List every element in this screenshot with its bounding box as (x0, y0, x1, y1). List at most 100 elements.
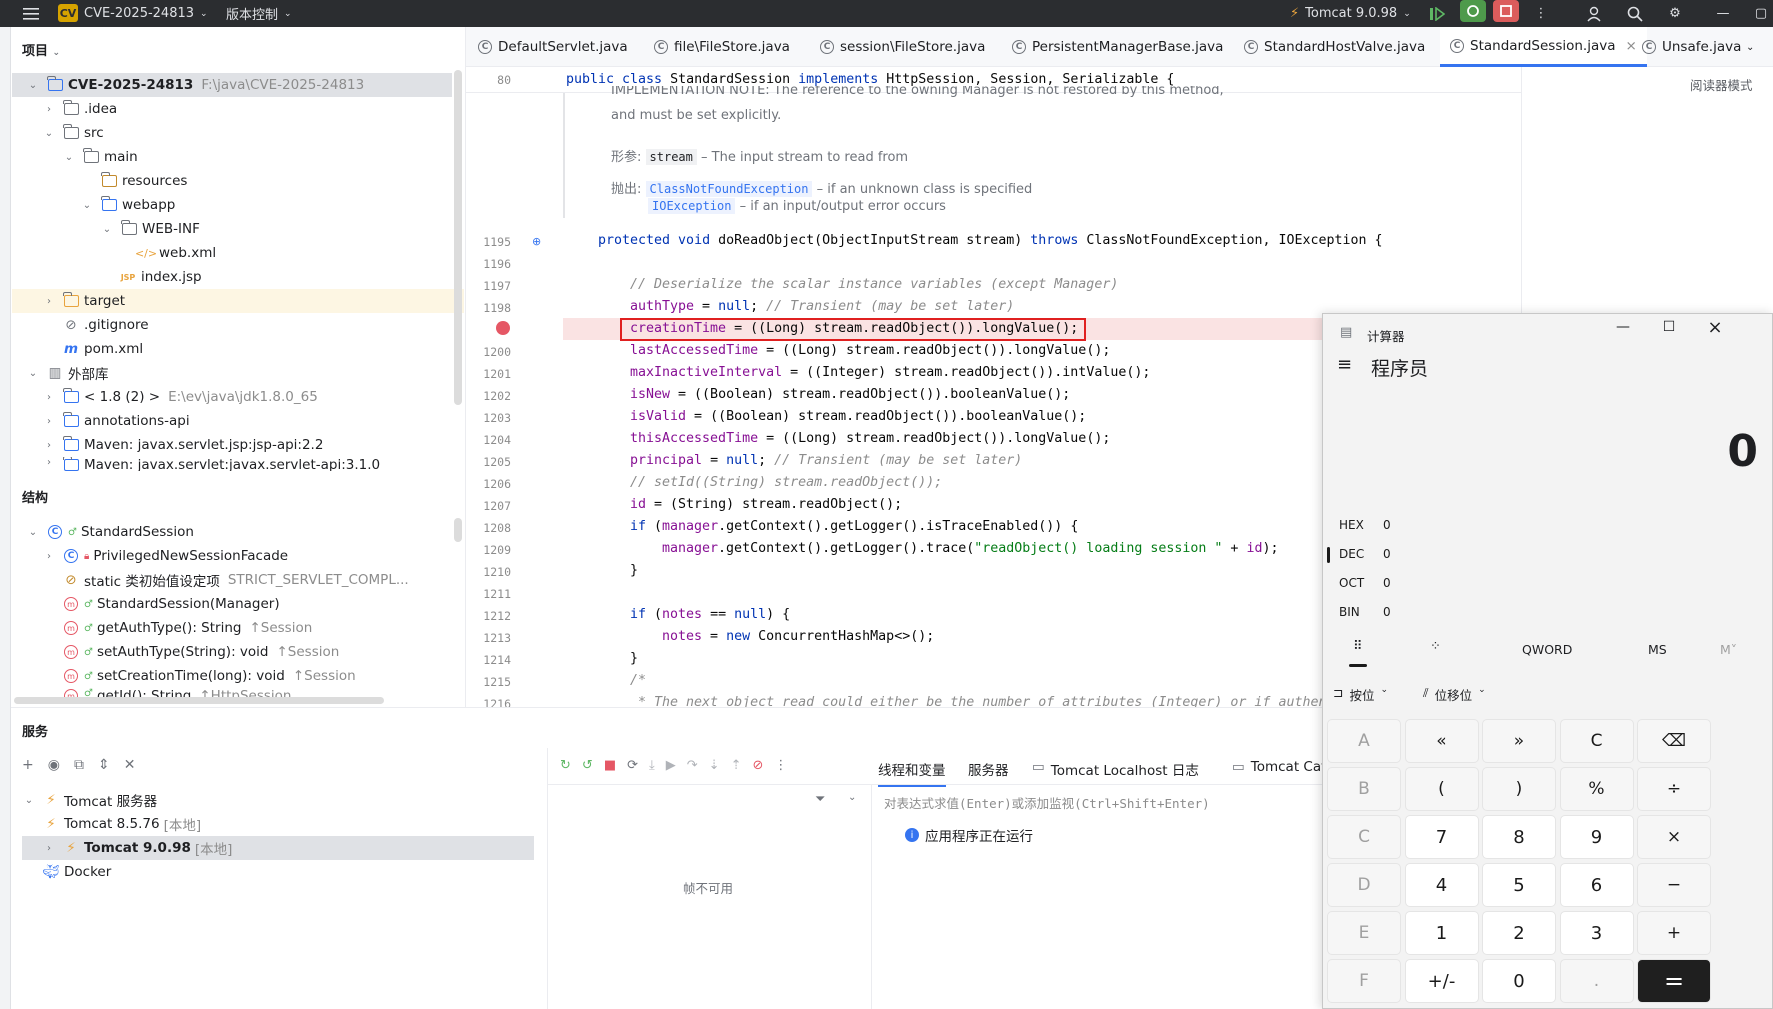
structure-item-facade[interactable]: › C 🔒︎ PrivilegedNewSessionFacade (12, 544, 288, 568)
restart-icon[interactable]: ⟳ (627, 758, 638, 773)
key-e-button[interactable]: E (1327, 911, 1401, 955)
services-item-tomcat-server[interactable]: ⌄ ⚡ Tomcat 服务器 (22, 788, 157, 812)
rerun-icon[interactable]: ↻ (560, 758, 571, 773)
tree-item-target[interactable]: › target (12, 289, 464, 313)
tree-item-annotations-api[interactable]: › annotations-api (12, 409, 190, 433)
add-service-icon[interactable]: + (22, 757, 34, 773)
key-four-button[interactable]: 4 (1404, 863, 1479, 907)
key-six-button[interactable]: 6 (1559, 863, 1634, 907)
eye-icon[interactable]: ◉ (48, 757, 60, 773)
more-icon[interactable]: ⋮ (1528, 0, 1554, 27)
key-one-button[interactable]: 1 (1404, 911, 1479, 955)
breakpoint-icon[interactable] (496, 321, 510, 335)
search-icon[interactable] (1622, 0, 1648, 27)
key-backspace-button[interactable]: ⌫ (1637, 719, 1711, 763)
filter-icon[interactable]: ⏷ (815, 792, 825, 807)
close-icon[interactable]: × (1695, 317, 1735, 338)
rerun-debug-icon[interactable]: ↺ (582, 758, 593, 773)
key-c-button[interactable]: C (1327, 815, 1401, 859)
key-five-button[interactable]: 5 (1482, 863, 1556, 907)
step-over-icon[interactable]: ⤓ (649, 758, 655, 773)
key-two-button[interactable]: 2 (1482, 911, 1556, 955)
maximize-icon[interactable]: ▢ (1748, 0, 1773, 27)
key-open-paren-button[interactable]: ( (1404, 767, 1479, 811)
resume-icon[interactable] (1424, 0, 1450, 27)
memory-store-button[interactable]: MS (1648, 642, 1667, 657)
tab-server[interactable]: 服务器 (968, 759, 1009, 779)
override-gutter-icon[interactable]: ⊕ (532, 235, 541, 248)
key-modulo-button[interactable]: % (1559, 767, 1634, 811)
key-nine-button[interactable]: 9 (1559, 815, 1634, 859)
structure-hscrollbar[interactable] (14, 697, 384, 704)
key-f-button[interactable]: F (1327, 959, 1401, 1003)
key-clear-button[interactable]: C (1559, 719, 1634, 763)
stop-icon[interactable]: ■ (604, 758, 616, 773)
tab-session-filestore[interactable]: Csession\FileStore.java (820, 27, 985, 67)
key-multiply-button[interactable]: × (1637, 815, 1711, 859)
tree-item-pom[interactable]: m pom.xml (12, 337, 143, 361)
tab-persistent-manager[interactable]: C PersistentManagerBase.java (1012, 27, 1223, 67)
add-user-icon[interactable] (1582, 0, 1608, 27)
tree-item-project-root[interactable]: ⌄ CVE-2025-24813 F:\java\CVE-2025-24813 (12, 73, 452, 97)
tree-item-webapp[interactable]: ⌄ webapp (12, 193, 175, 217)
key-close-paren-button[interactable]: ) (1482, 767, 1556, 811)
rerun-debug-icon[interactable] (1460, 0, 1486, 22)
key-zero-button[interactable]: 0 (1482, 959, 1556, 1003)
main-menu-icon[interactable] (18, 0, 44, 27)
exception-link[interactable]: ClassNotFoundException (645, 181, 813, 197)
key-seven-button[interactable]: 7 (1404, 815, 1479, 859)
services-item-tomcat-9[interactable]: › ⚡ Tomcat 9.0.98 [本地] (22, 836, 534, 860)
tree-item-servlet-api[interactable]: › Maven: javax.servlet:javax.servlet-api:… (12, 457, 380, 471)
structure-item-get-auth-type[interactable]: m ♂ getAuthType(): String ↑Session (12, 616, 312, 640)
tree-item-web-xml[interactable]: </> web.xml (12, 241, 216, 265)
key-negate-button[interactable]: +/- (1404, 959, 1479, 1003)
key-a-button[interactable]: A (1327, 719, 1401, 763)
tree-item-index-jsp[interactable]: JSP index.jsp (12, 265, 202, 289)
project-panel-title[interactable]: 项目 ⌄ (22, 40, 60, 59)
evaluate-expression-input[interactable]: 对表达式求值(Enter)或添加监视(Ctrl+Shift+Enter) (884, 793, 1210, 812)
word-size-button[interactable]: QWORD (1522, 642, 1572, 657)
key-eight-button[interactable]: 8 (1482, 815, 1556, 859)
step-up-icon[interactable]: ⇡ (731, 758, 742, 773)
step-out-icon[interactable]: ⇣ (709, 758, 720, 773)
key-divide-button[interactable]: ÷ (1637, 767, 1711, 811)
radix-bin[interactable]: BIN 0 (1339, 605, 1391, 619)
tree-item-external-libs[interactable]: ⌄ ▥ 外部库 (12, 361, 109, 385)
minimize-icon[interactable]: — (1603, 319, 1643, 335)
tab-file-filestore[interactable]: Cfile\FileStore.java (654, 27, 790, 67)
resume-icon[interactable]: ▶ (666, 758, 676, 773)
settings-gear-icon[interactable]: ⚙ (1662, 0, 1688, 27)
structure-item-set-creation-time[interactable]: m ♂ setCreationTime(long): void ↑Session (12, 664, 356, 688)
structure-item-set-auth-type[interactable]: m ♂ setAuthType(String): void ↑Session (12, 640, 339, 664)
key-plus-button[interactable]: + (1637, 911, 1711, 955)
project-selector[interactable]: CVE-2025-24813 ⌄ (84, 0, 208, 27)
new-group-icon[interactable]: ⧉ (74, 757, 84, 773)
bitwise-dropdown[interactable]: ⊐ 按位 ⌄ (1333, 685, 1388, 704)
tree-item-src[interactable]: ⌄ src (12, 121, 104, 145)
close-tab-icon[interactable]: × (1626, 38, 1637, 54)
reader-mode-toggle[interactable]: 阅读器模式 (1690, 75, 1753, 94)
structure-item-constructor[interactable]: m ♂ StandardSession(Manager) (12, 592, 280, 616)
memory-view-button[interactable]: M˅ (1720, 642, 1737, 657)
key-d-button[interactable]: D (1327, 863, 1401, 907)
stop-icon[interactable] (1493, 0, 1519, 22)
structure-item-static-init[interactable]: ⊘ static 类初始值设定项 STRICT_SERVLET_COMPL... (12, 568, 408, 592)
key-shift-left-button[interactable]: « (1404, 719, 1479, 763)
tab-standard-session[interactable]: C StandardSession.java × (1440, 27, 1647, 67)
tab-default-servlet[interactable]: C DefaultServlet.java (478, 27, 628, 67)
tree-item-jsp-api[interactable]: › Maven: javax.servlet.jsp:jsp-api:2.2 (12, 433, 323, 457)
tab-threads-variables[interactable]: 线程和变量 (878, 759, 946, 787)
key-decimal-button[interactable]: . (1559, 959, 1634, 1003)
expand-all-icon[interactable]: ⇕ (98, 757, 110, 773)
project-scrollbar[interactable] (454, 70, 462, 405)
services-item-tomcat-8[interactable]: ⚡ Tomcat 8.5.76 [本地] (42, 812, 201, 836)
key-equals-button[interactable]: = (1637, 959, 1711, 1003)
hamburger-menu-icon[interactable]: ≡ (1337, 354, 1352, 375)
tree-item-resources[interactable]: resources (12, 169, 187, 193)
key-minus-button[interactable]: − (1637, 863, 1711, 907)
tab-localhost-log[interactable]: ▭ Tomcat Localhost 日志 (1032, 759, 1199, 779)
radix-hex[interactable]: HEX 0 (1339, 518, 1391, 532)
step-into-icon[interactable]: ↷ (687, 758, 698, 773)
structure-scrollbar[interactable] (454, 518, 462, 542)
radix-oct[interactable]: OCT 0 (1339, 576, 1391, 590)
